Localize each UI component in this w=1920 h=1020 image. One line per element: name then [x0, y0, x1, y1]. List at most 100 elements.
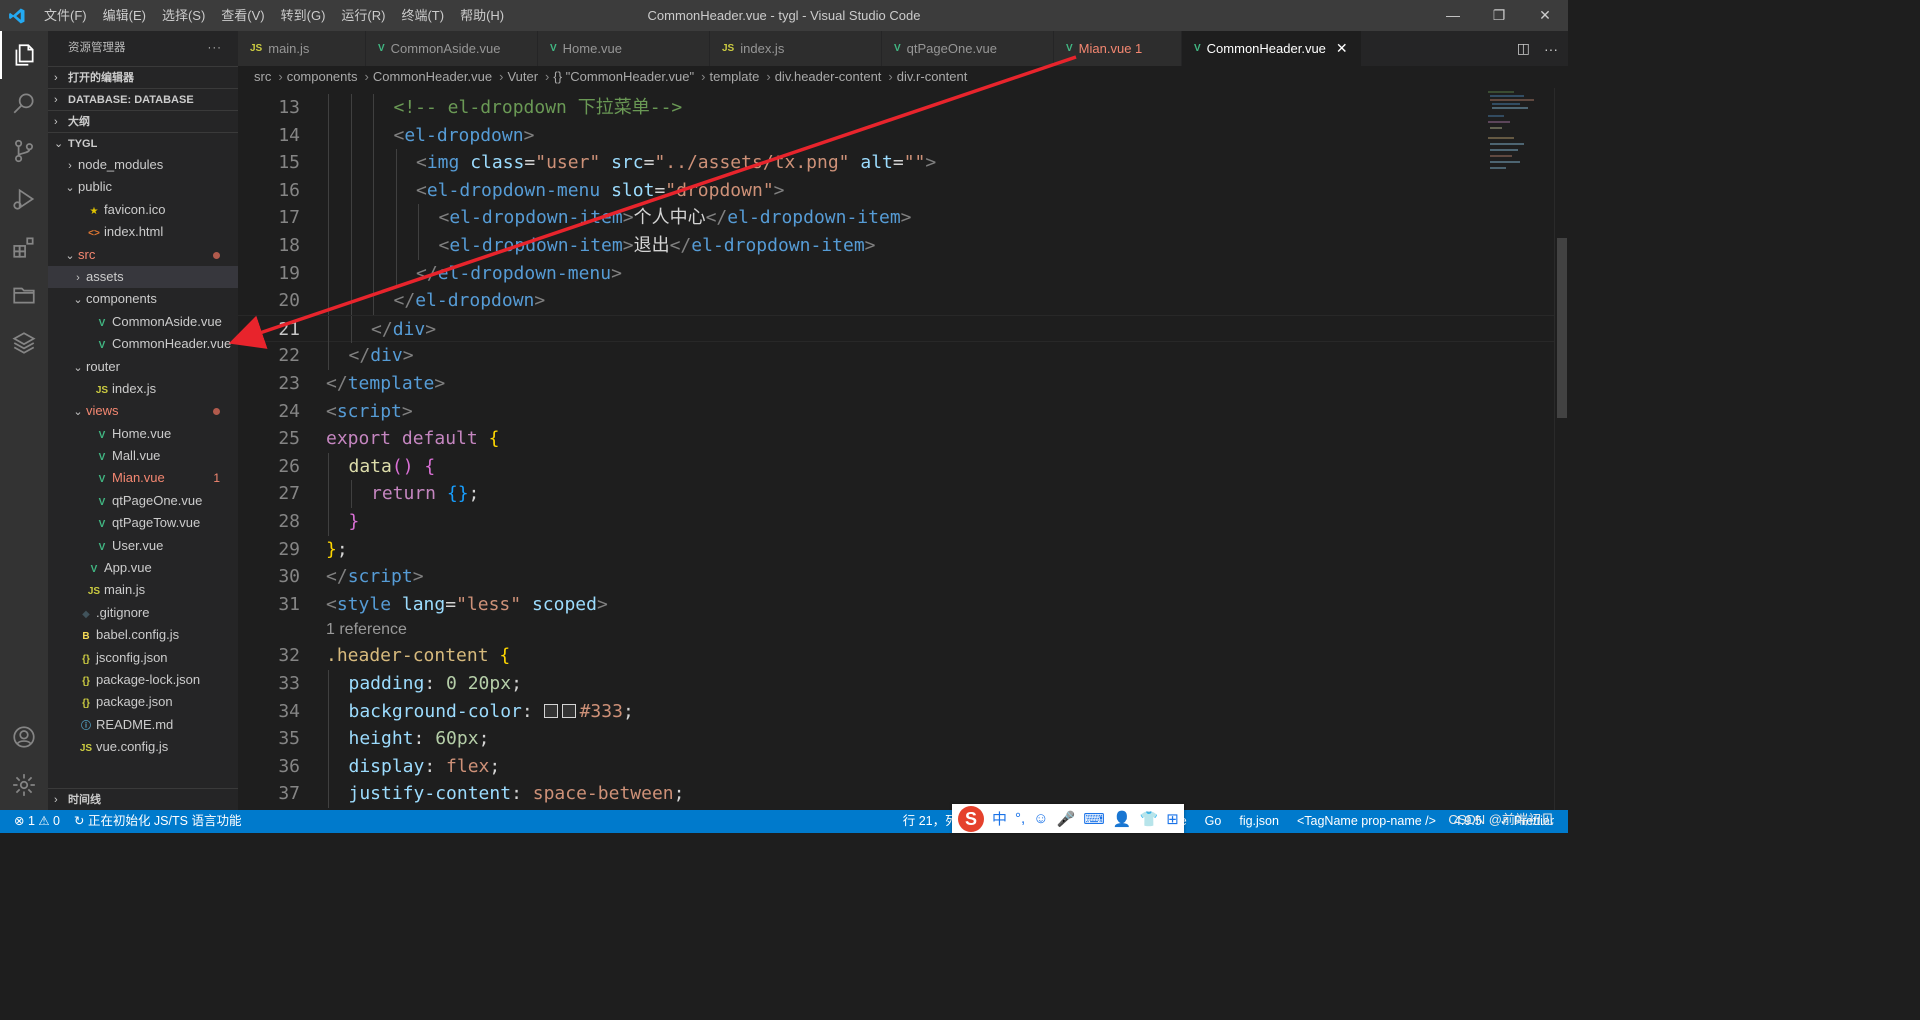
status-item[interactable]: ↻ 正在初始化 JS/TS 语言功能 [74, 810, 241, 833]
extensions-button[interactable] [0, 223, 48, 271]
code-lens-reference[interactable]: 1 reference [326, 621, 407, 639]
tree-item[interactable]: › node_modules [48, 154, 238, 176]
settings-button[interactable] [0, 761, 48, 809]
scrollbar-thumb[interactable] [1557, 238, 1567, 418]
section-project[interactable]: ⌄ TYGL [48, 132, 238, 154]
menu-item[interactable]: 编辑(E) [95, 0, 154, 31]
split-editor-icon[interactable]: ◫ [1517, 40, 1530, 57]
menu-item[interactable]: 查看(V) [213, 0, 272, 31]
tree-item[interactable]: ⌄ src [48, 244, 238, 266]
more-actions-icon[interactable]: ··· [208, 31, 223, 66]
status-item[interactable]: <TagName prop-name /> [1297, 810, 1436, 833]
code-editor[interactable]: 13 <!-- el-dropdown 下拉菜单--> 14 <el-dropdown… [238, 88, 1568, 810]
code-text: <script> [326, 398, 413, 426]
tree-item[interactable]: V Mian.vue 1 [48, 467, 238, 489]
tree-item[interactable]: ⓘ README.md [48, 714, 238, 736]
tab-commonaside-vue[interactable]: V CommonAside.vue [366, 31, 538, 66]
vertical-scrollbar[interactable] [1554, 88, 1568, 810]
tab-home-vue[interactable]: V Home.vue [538, 31, 710, 66]
tree-item[interactable]: VqtPageTow.vue [48, 512, 238, 534]
search-button[interactable] [0, 79, 48, 127]
tree-item[interactable]: {} package-lock.json [48, 669, 238, 691]
tree-item[interactable]: V User.vue [48, 535, 238, 557]
tree-item[interactable]: V App.vue [48, 557, 238, 579]
tree-item[interactable]: Bbabel.config.js [48, 624, 238, 646]
breadcrumb-item[interactable]: components [287, 69, 358, 84]
tab-qtpageone-vue[interactable]: VqtPageOne.vue [882, 31, 1054, 66]
layers-button[interactable] [0, 319, 48, 367]
menu-item[interactable]: 帮助(H) [452, 0, 512, 31]
code-text: <el-dropdown-item>退出</el-dropdown-item> [439, 232, 876, 260]
tab-mian-vue-1[interactable]: V Mian.vue 1 [1054, 31, 1182, 66]
tree-item[interactable]: VqtPageOne.vue [48, 490, 238, 512]
color-swatch[interactable] [561, 703, 576, 718]
tree-item[interactable]: ⌄ router [48, 356, 238, 378]
breadcrumb-item[interactable]: div.header-content [775, 69, 882, 84]
restore-button[interactable]: ❐ [1476, 0, 1522, 31]
sogou-logo-icon[interactable]: S [958, 805, 984, 832]
tree-item[interactable]: V CommonAside.vue [48, 311, 238, 333]
breadcrumb-item[interactable]: div.r-content [897, 69, 968, 84]
tree-item[interactable]: JS index.js [48, 378, 238, 400]
run-debug-button[interactable] [0, 175, 48, 223]
minimize-button[interactable]: — [1430, 0, 1476, 31]
account-button[interactable] [0, 713, 48, 761]
menu-item[interactable]: 选择(S) [154, 0, 213, 31]
tab-main-js[interactable]: JS main.js [238, 31, 366, 66]
folder-button[interactable] [0, 271, 48, 319]
menu-item[interactable]: 转到(G) [273, 0, 334, 31]
section-open-editors[interactable]: › 打开的编辑器 [48, 66, 238, 88]
chevron-down-icon: ⌄ [65, 249, 75, 262]
tree-item[interactable]: {} jsconfig.json [48, 647, 238, 669]
tree-item[interactable]: V CommonHeader.vue [48, 333, 238, 355]
section-outline[interactable]: › 大纲 [48, 110, 238, 132]
ime-item[interactable]: °, [1015, 810, 1025, 827]
section-database[interactable]: › DATABASE: DATABASE [48, 88, 238, 110]
code-text: <el-dropdown> [394, 122, 535, 150]
indent-guide [328, 259, 329, 288]
status-item[interactable]: fig.json [1239, 810, 1279, 833]
tab-commonheader-vue[interactable]: V CommonHeader.vue ✕ [1182, 31, 1362, 66]
tree-item[interactable]: V Mall.vue [48, 445, 238, 467]
ime-item[interactable]: 中 [992, 808, 1007, 829]
tree-item-label: favicon.ico [104, 201, 166, 217]
tree-item[interactable]: JS vue.config.js [48, 736, 238, 758]
breadcrumb-item[interactable]: src [254, 69, 271, 84]
tree-item[interactable]: ◆ .gitignore [48, 602, 238, 624]
ime-item[interactable]: 👤 [1113, 810, 1132, 828]
close-tab-icon[interactable]: ✕ [1336, 31, 1348, 66]
section-timeline[interactable]: › 时间线 [48, 788, 238, 810]
tree-item[interactable]: <> index.html [48, 221, 238, 243]
tree-item-label: main.js [104, 582, 146, 598]
breadcrumb-item[interactable]: template [709, 69, 759, 84]
source-control-button[interactable] [0, 127, 48, 175]
tree-item[interactable]: ⌄ views [48, 400, 238, 422]
tree-item[interactable]: ⌄ components [48, 288, 238, 310]
explorer-button[interactable] [0, 31, 48, 79]
breadcrumb-item[interactable]: CommonHeader.vue [373, 69, 492, 84]
ime-item[interactable]: ⊞ [1166, 810, 1179, 828]
tab-index-js[interactable]: JS index.js [710, 31, 882, 66]
tree-item[interactable]: ⌄ public [48, 176, 238, 198]
ime-item[interactable]: 🎤 [1057, 810, 1076, 828]
status-item[interactable]: ⊗ 1 ⚠ 0 [14, 810, 60, 833]
tree-item[interactable]: {} package.json [48, 691, 238, 713]
status-item[interactable]: Go [1205, 810, 1222, 833]
menu-item[interactable]: 终端(T) [393, 0, 452, 31]
tree-item[interactable]: › assets [48, 265, 238, 289]
menu-item[interactable]: 运行(R) [333, 0, 393, 31]
menu-item[interactable]: 文件(F) [36, 0, 95, 31]
breadcrumb-item[interactable]: {} "CommonHeader.vue" [553, 69, 694, 84]
tree-item[interactable]: ★ favicon.ico [48, 199, 238, 221]
tree-item[interactable]: V Home.vue [48, 423, 238, 445]
ime-item[interactable]: ⌨ [1083, 810, 1105, 828]
tree-item[interactable]: JS main.js [48, 579, 238, 601]
close-window-button[interactable]: ✕ [1522, 0, 1568, 31]
code-text: <style lang="less" scoped> [326, 591, 608, 619]
ime-item[interactable]: 👕 [1140, 810, 1159, 828]
more-icon[interactable]: ··· [1544, 41, 1558, 57]
color-swatch[interactable] [543, 703, 558, 718]
minimap[interactable] [1484, 88, 1554, 188]
ime-item[interactable]: ☺ [1033, 810, 1048, 827]
breadcrumb-item[interactable]: Vuter [507, 69, 538, 84]
